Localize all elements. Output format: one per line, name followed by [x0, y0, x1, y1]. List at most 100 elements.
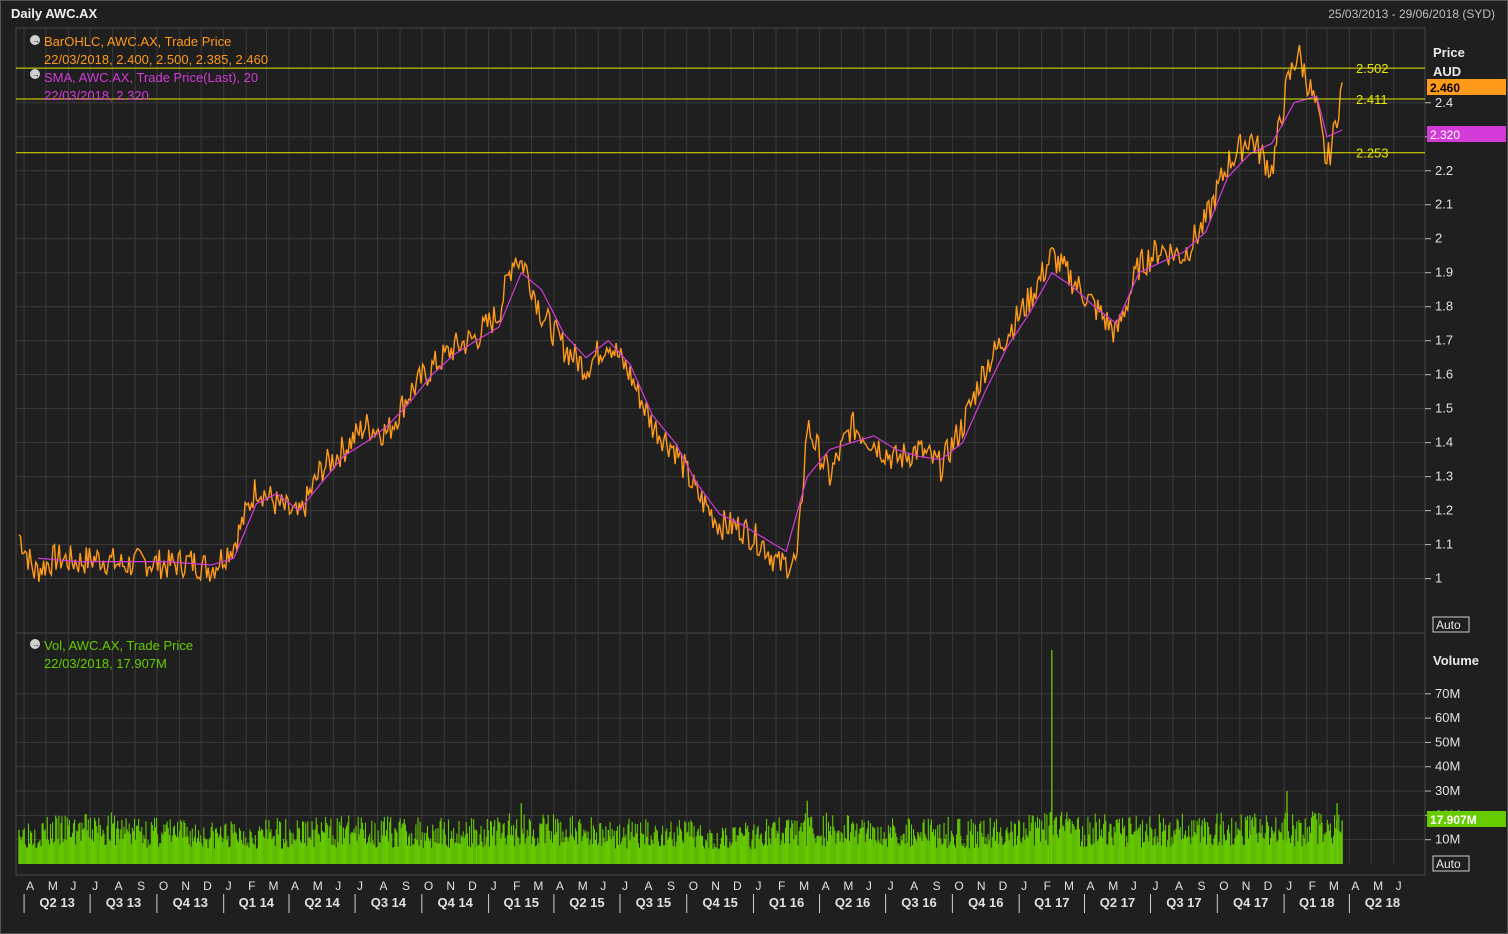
month-label: N — [711, 879, 720, 893]
quarter-label: Q2 14 — [304, 895, 340, 910]
volume-tick-label: 40M — [1435, 759, 1460, 774]
quarter-label: Q2 13 — [39, 895, 74, 910]
month-label: M — [1064, 879, 1074, 893]
price-tick-label: 1.1 — [1435, 537, 1453, 552]
quarter-label: Q3 13 — [106, 895, 141, 910]
volume-tick-label: 30M — [1435, 783, 1460, 798]
price-auto-button[interactable]: Auto — [1432, 616, 1470, 633]
month-label: M — [48, 879, 58, 893]
volume-auto-button[interactable]: Auto — [1432, 855, 1470, 872]
quarter-label: Q2 15 — [569, 895, 604, 910]
horizontal-line-label: 2.502 — [1356, 61, 1389, 76]
volume-tick-label: 60M — [1435, 710, 1460, 725]
month-label: A — [1175, 879, 1183, 893]
svg-text:2.320: 2.320 — [1430, 128, 1460, 142]
svg-text:17.907M: 17.907M — [1430, 813, 1477, 827]
month-label: F — [248, 879, 255, 893]
price-tick-label: 1.7 — [1435, 333, 1453, 348]
month-label: D — [1264, 879, 1273, 893]
month-label: S — [402, 879, 410, 893]
price-tick-label: 1.3 — [1435, 469, 1453, 484]
price-tick-label: 1.4 — [1435, 435, 1453, 450]
month-label: O — [689, 879, 698, 893]
month-label: J — [226, 879, 232, 893]
svg-text:→: → — [32, 70, 40, 79]
price-tick-label: 2.2 — [1435, 163, 1453, 178]
price-panel-bg — [15, 27, 1426, 634]
month-label: M — [1108, 879, 1118, 893]
volume-tick-label: 50M — [1435, 734, 1460, 749]
quarter-label: Q3 17 — [1166, 895, 1201, 910]
month-label: J — [756, 879, 762, 893]
horizontal-line-label: 2.411 — [1356, 92, 1388, 107]
price-axis-title: Price — [1433, 45, 1465, 60]
sma-badge: 2.320 — [1427, 126, 1506, 142]
month-label: N — [446, 879, 455, 893]
svg-text:Auto: Auto — [1436, 857, 1461, 871]
month-label: J — [1396, 879, 1402, 893]
month-label: O — [1219, 879, 1228, 893]
price-tick-label: 1.8 — [1435, 299, 1453, 314]
month-label: M — [843, 879, 853, 893]
quarter-label: Q1 14 — [239, 895, 275, 910]
month-label: A — [26, 879, 34, 893]
month-label: J — [600, 879, 606, 893]
quarter-label: Q1 18 — [1299, 895, 1334, 910]
quarter-label: Q3 15 — [636, 895, 671, 910]
svg-text:2.460: 2.460 — [1430, 81, 1460, 95]
price-tick-label: 2.4 — [1435, 95, 1453, 110]
quarter-label: Q1 15 — [504, 895, 539, 910]
svg-text:22/03/2018, 2.320: 22/03/2018, 2.320 — [44, 88, 149, 103]
month-label: D — [999, 879, 1008, 893]
month-label: A — [291, 879, 299, 893]
price-tick-label: 1 — [1435, 571, 1442, 586]
month-label: J — [70, 879, 76, 893]
month-label: S — [933, 879, 941, 893]
month-label: M — [313, 879, 323, 893]
month-label: J — [888, 879, 894, 893]
svg-text:22/03/2018, 17.907M: 22/03/2018, 17.907M — [44, 656, 167, 671]
price-y-axis: 11.11.21.31.41.51.61.71.81.922.12.22.32.… — [1425, 95, 1453, 586]
month-label: M — [578, 879, 588, 893]
month-label: J — [866, 879, 872, 893]
month-label: O — [159, 879, 168, 893]
month-label: D — [203, 879, 212, 893]
quarter-label: Q2 17 — [1100, 895, 1135, 910]
month-label: S — [137, 879, 145, 893]
month-label: J — [491, 879, 497, 893]
month-label: F — [1309, 879, 1316, 893]
price-tick-label: 1.2 — [1435, 503, 1453, 518]
horizontal-line-label: 2.253 — [1356, 146, 1389, 161]
quarter-label: Q2 16 — [835, 895, 870, 910]
quarter-label: Q3 16 — [901, 895, 936, 910]
price-tick-label: 1.5 — [1435, 401, 1453, 416]
quarter-label: Q1 16 — [769, 895, 804, 910]
price-axis-unit: AUD — [1433, 64, 1461, 79]
svg-text:SMA, AWC.AX, Trade Price(Last): SMA, AWC.AX, Trade Price(Last), 20 — [44, 70, 258, 85]
month-label: O — [954, 879, 963, 893]
month-label: A — [380, 879, 388, 893]
price-tick-label: 2.1 — [1435, 197, 1453, 212]
svg-text:BarOHLC, AWC.AX, Trade Price: BarOHLC, AWC.AX, Trade Price — [44, 34, 231, 49]
month-label: A — [115, 879, 123, 893]
month-label: S — [667, 879, 675, 893]
quarter-label: Q3 14 — [371, 895, 407, 910]
volume-tick-label: 70M — [1435, 686, 1460, 701]
price-tick-label: 1.9 — [1435, 265, 1453, 280]
month-label: A — [1351, 879, 1359, 893]
quarter-label: Q4 14 — [437, 895, 473, 910]
month-label: J — [357, 879, 363, 893]
quarter-label: Q4 15 — [702, 895, 737, 910]
month-label: J — [335, 879, 341, 893]
price-tick-label: 1.6 — [1435, 367, 1453, 382]
month-label: J — [1131, 879, 1137, 893]
month-label: J — [622, 879, 628, 893]
month-axis: AMJJASONDJFMAMJJASONDJFMAMJJASONDJFMAMJJ… — [26, 879, 1402, 893]
volume-axis-title: Volume — [1433, 653, 1479, 668]
month-label: N — [977, 879, 986, 893]
price-tick-label: 2 — [1435, 231, 1442, 246]
month-label: S — [1198, 879, 1206, 893]
quarter-label: Q4 13 — [173, 895, 208, 910]
quarter-label: Q4 17 — [1233, 895, 1268, 910]
month-label: F — [778, 879, 785, 893]
